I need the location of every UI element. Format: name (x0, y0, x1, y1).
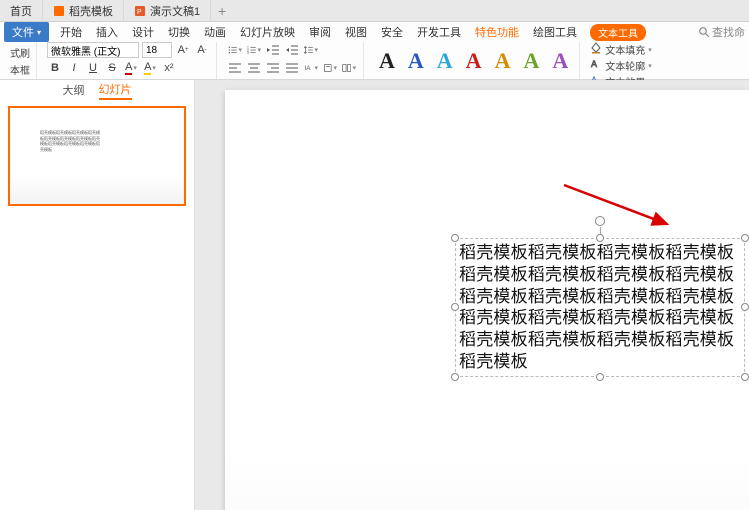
indent-decrease-icon[interactable] (265, 42, 281, 58)
resize-handle-bm[interactable] (596, 373, 604, 381)
menu-drawing-tools[interactable]: 绘图工具 (526, 24, 584, 40)
side-tab-slides[interactable]: 幻灯片 (99, 81, 132, 100)
slide-canvas[interactable]: 稻壳模板稻壳模板稻壳模板稻壳模板稻壳模板稻壳模板稻壳模板稻壳模板稻壳模板稻壳模板… (225, 90, 749, 510)
resize-handle-tm[interactable] (596, 234, 604, 242)
menu-animation[interactable]: 动画 (197, 24, 233, 40)
slide-panel: 大纲 幻灯片 稻壳模板稻壳模板稻壳模板稻壳模板稻壳模板稻壳模板稻壳模板稻壳模板稻… (0, 80, 195, 510)
text-direction-icon[interactable]: IA (303, 60, 319, 76)
thumb-text: 稻壳模板稻壳模板稻壳模板稻壳模板稻壳模板稻壳模板稻壳模板稻壳模板稻壳模板稻壳模板… (40, 130, 100, 152)
format-painter-label[interactable]: 式刷 (10, 45, 30, 60)
menu-dev[interactable]: 开发工具 (410, 24, 468, 40)
ppt-icon: P (134, 5, 146, 17)
text-outline-icon: A (590, 58, 602, 73)
ribbon-clipboard: 式刷 本框 (4, 42, 37, 79)
menu-slideshow[interactable]: 幻灯片放映 (233, 24, 302, 40)
search-icon (698, 26, 710, 38)
svg-text:A: A (591, 59, 597, 69)
wordart-style-5[interactable]: A (490, 50, 516, 72)
align-justify-icon[interactable] (284, 60, 300, 76)
numbering-icon[interactable]: 123 (246, 42, 262, 58)
resize-handle-bl[interactable] (451, 373, 459, 381)
tab-label: 演示文稿1 (150, 3, 200, 19)
line-spacing-icon[interactable] (303, 42, 319, 58)
wordart-style-1[interactable]: A (374, 50, 400, 72)
ribbon-font: A+ A- B I U S A A x² (41, 42, 217, 79)
text-fill-icon (590, 42, 602, 57)
slide-thumbnail-1[interactable]: 稻壳模板稻壳模板稻壳模板稻壳模板稻壳模板稻壳模板稻壳模板稻壳模板稻壳模板稻壳模板… (8, 106, 186, 206)
bold-icon[interactable]: B (47, 60, 63, 76)
font-size-select[interactable] (142, 42, 172, 58)
resize-handle-tl[interactable] (451, 234, 459, 242)
bullets-icon[interactable] (227, 42, 243, 58)
menu-view[interactable]: 视图 (338, 24, 374, 40)
svg-text:P: P (137, 9, 142, 16)
text-outline-label: 文本轮廓 (605, 58, 645, 73)
menu-right: 查找命 (698, 24, 749, 40)
side-tab-outline[interactable]: 大纲 (63, 82, 85, 99)
menu-insert[interactable]: 插入 (89, 24, 125, 40)
tab-file-presentation[interactable]: P 演示文稿1 (124, 0, 211, 22)
textbox-content[interactable]: 稻壳模板稻壳模板稻壳模板稻壳模板稻壳模板稻壳模板稻壳模板稻壳模板稻壳模板稻壳模板… (455, 238, 745, 377)
text-fill-button[interactable]: 文本填充▾ (590, 42, 652, 57)
textbox-selection[interactable]: 稻壳模板稻壳模板稻壳模板稻壳模板稻壳模板稻壳模板稻壳模板稻壳模板稻壳模板稻壳模板… (455, 238, 745, 377)
decrease-font-icon[interactable]: A- (194, 42, 210, 58)
rotate-handle[interactable] (595, 216, 605, 226)
wordart-style-7[interactable]: A (547, 50, 573, 72)
vertical-align-icon[interactable] (322, 60, 338, 76)
underline-icon[interactable]: U (85, 60, 101, 76)
menu-security[interactable]: 安全 (374, 24, 410, 40)
textbox-label[interactable]: 本框 (10, 62, 30, 77)
resize-handle-br[interactable] (741, 373, 749, 381)
superscript-icon[interactable]: x² (161, 60, 177, 76)
align-left-icon[interactable] (227, 60, 243, 76)
clipboard-labels: 式刷 本框 (10, 45, 30, 77)
wordart-style-2[interactable]: A (403, 50, 429, 72)
font-name-select[interactable] (47, 42, 139, 58)
menu-design[interactable]: 设计 (125, 24, 161, 40)
wordart-style-3[interactable]: A (432, 50, 458, 72)
menu-start[interactable]: 开始 (53, 24, 89, 40)
resize-handle-tr[interactable] (741, 234, 749, 242)
strike-icon[interactable]: S (104, 60, 120, 76)
resize-handle-rm[interactable] (741, 303, 749, 311)
tab-file-template[interactable]: 稻壳模板 (43, 0, 124, 22)
slide-area[interactable]: 稻壳模板稻壳模板稻壳模板稻壳模板稻壳模板稻壳模板稻壳模板稻壳模板稻壳模板稻壳模板… (195, 80, 749, 510)
align-center-icon[interactable] (246, 60, 262, 76)
tab-home[interactable]: 首页 (0, 0, 43, 22)
highlight-icon[interactable]: A (142, 60, 158, 76)
increase-font-icon[interactable]: A+ (175, 42, 191, 58)
thumb-list: 稻壳模板稻壳模板稻壳模板稻壳模板稻壳模板稻壳模板稻壳模板稻壳模板稻壳模板稻壳模板… (0, 100, 194, 510)
side-tabs: 大纲 幻灯片 (0, 80, 194, 100)
title-tab-bar: 首页 稻壳模板 P 演示文稿1 + (0, 0, 749, 22)
align-right-icon[interactable] (265, 60, 281, 76)
columns-icon[interactable] (341, 60, 357, 76)
menu-text-tools[interactable]: 文本工具 (590, 24, 646, 41)
menu-special[interactable]: 特色功能 (468, 24, 526, 40)
ribbon-wordart: AAAAAAA (368, 42, 580, 79)
tab-label: 稻壳模板 (69, 3, 113, 19)
workspace: 大纲 幻灯片 稻壳模板稻壳模板稻壳模板稻壳模板稻壳模板稻壳模板稻壳模板稻壳模板稻… (0, 80, 749, 510)
menu-transition[interactable]: 切换 (161, 24, 197, 40)
wordart-style-6[interactable]: A (518, 50, 544, 72)
svg-text:3: 3 (247, 51, 249, 55)
menu-review[interactable]: 审阅 (302, 24, 338, 40)
tab-add[interactable]: + (211, 3, 233, 19)
svg-text:IA: IA (305, 65, 312, 72)
font-color-icon[interactable]: A (123, 60, 139, 76)
indent-increase-icon[interactable] (284, 42, 300, 58)
text-outline-button[interactable]: A 文本轮廓▾ (590, 58, 652, 73)
italic-icon[interactable]: I (66, 60, 82, 76)
ribbon-text-style: 文本填充▾ A 文本轮廓▾ A 文本效果▾ (584, 42, 658, 79)
text-fill-label: 文本填充 (605, 42, 645, 57)
ribbon-paragraph: 123 IA (221, 42, 364, 79)
file-menu[interactable]: 文件 (4, 22, 49, 42)
doc-icon (53, 5, 65, 17)
wordart-style-4[interactable]: A (461, 50, 487, 72)
ribbon: 式刷 本框 A+ A- B I U S A A x² 123 (0, 42, 749, 80)
search-label[interactable]: 查找命 (712, 24, 745, 40)
menu-bar: 文件 开始 插入 设计 切换 动画 幻灯片放映 审阅 视图 安全 开发工具 特色… (0, 22, 749, 42)
